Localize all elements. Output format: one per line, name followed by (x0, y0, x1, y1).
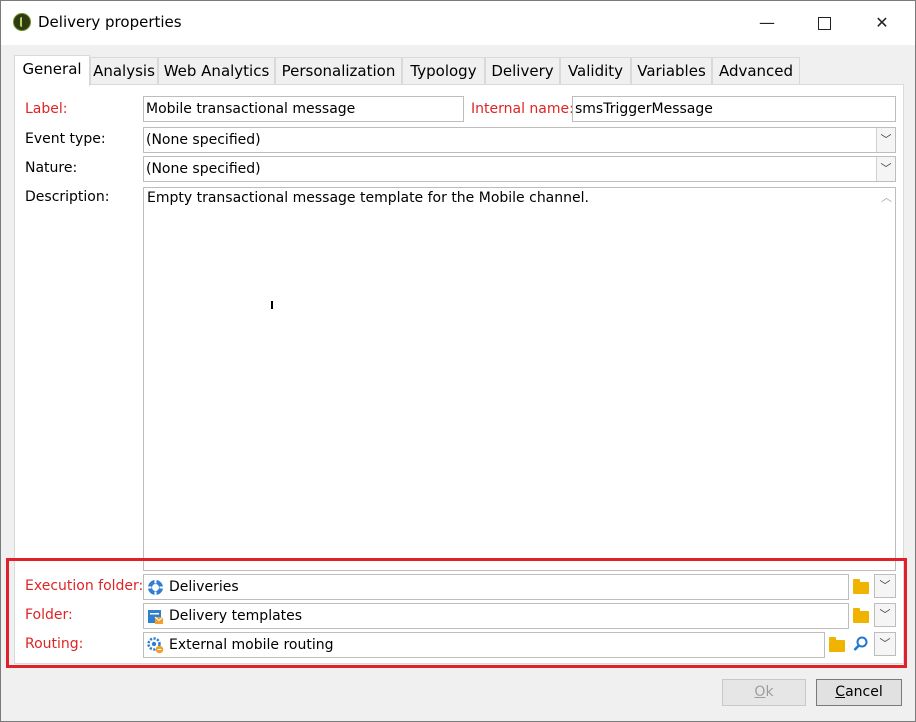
nature-value: (None specified) (146, 161, 261, 177)
tab-personalization[interactable]: Personalization (275, 57, 402, 85)
cancel-button-label: ancel (845, 684, 883, 700)
magnifier-icon[interactable] (852, 635, 869, 653)
description-textarea[interactable]: Empty transactional message template for… (143, 187, 896, 571)
label-label: Label: (25, 101, 68, 117)
folder-input[interactable]: Delivery templates (143, 603, 849, 629)
tab-advanced[interactable]: Advanced (712, 57, 800, 85)
scroll-up-arrow-icon[interactable]: ︿ (878, 188, 895, 208)
execution-folder-label: Execution folder: (25, 578, 144, 594)
tab-typology[interactable]: Typology (402, 57, 485, 85)
title-bar: Delivery properties — ✕ (1, 1, 915, 45)
app-logo-icon (13, 13, 31, 31)
folder-icon[interactable] (829, 637, 845, 652)
ok-button-mnemonic: O (754, 684, 766, 700)
delivery-templates-icon (148, 610, 164, 624)
routing-gear-icon (147, 637, 164, 654)
execution-folder-input[interactable]: Deliveries (143, 574, 849, 600)
tab-web-analytics[interactable]: Web Analytics (158, 57, 275, 85)
cancel-button-mnemonic: C (835, 684, 846, 700)
maximize-button[interactable] (795, 5, 853, 41)
text-cursor-icon (271, 301, 273, 309)
nature-label: Nature: (25, 160, 78, 176)
nature-select[interactable]: (None specified) ﹀ (143, 156, 896, 182)
description-label: Description: (25, 189, 110, 205)
minimize-button[interactable]: — (738, 5, 796, 41)
internal-name-label: Internal name: (471, 101, 574, 117)
tab-validity[interactable]: Validity (560, 57, 631, 85)
tab-variables[interactable]: Variables (631, 57, 712, 85)
chevron-down-icon[interactable]: ﹀ (874, 632, 896, 656)
routing-label: Routing: (25, 636, 84, 652)
ok-button[interactable]: Ok (722, 679, 806, 706)
tab-analysis[interactable]: Analysis (90, 57, 158, 85)
description-text: Empty transactional message template for… (147, 190, 589, 206)
tab-general[interactable]: General (14, 55, 90, 86)
folder-value: Delivery templates (169, 608, 303, 624)
routing-input[interactable]: External mobile routing (143, 632, 825, 658)
chevron-down-icon[interactable]: ﹀ (876, 128, 895, 152)
chevron-down-icon[interactable]: ﹀ (874, 603, 896, 627)
chevron-down-icon[interactable]: ﹀ (874, 574, 896, 598)
tab-delivery[interactable]: Delivery (485, 57, 560, 85)
folder-label: Folder: (25, 607, 73, 623)
maximize-icon (817, 17, 831, 30)
routing-value: External mobile routing (169, 637, 334, 653)
event-type-label: Event type: (25, 131, 106, 147)
event-type-value: (None specified) (146, 132, 261, 148)
chevron-down-icon[interactable]: ﹀ (876, 157, 895, 181)
folder-icon[interactable] (853, 608, 869, 623)
dialog-window: Delivery properties — ✕ General Analysis… (0, 0, 916, 722)
folder-icon[interactable] (853, 579, 869, 594)
deliveries-folder-icon (147, 579, 164, 596)
window-title: Delivery properties (38, 13, 182, 31)
label-input[interactable]: Mobile transactional message (143, 96, 464, 122)
internal-name-input[interactable]: smsTriggerMessage (572, 96, 896, 122)
close-button[interactable]: ✕ (853, 5, 911, 41)
ok-button-label: k (765, 684, 774, 700)
event-type-select[interactable]: (None specified) ﹀ (143, 127, 896, 153)
execution-folder-value: Deliveries (169, 579, 239, 595)
cancel-button[interactable]: Cancel (816, 679, 902, 706)
